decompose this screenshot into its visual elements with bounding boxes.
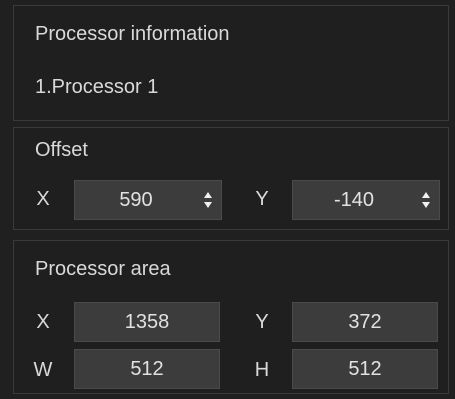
offset-x-value[interactable]: 590 <box>75 181 197 219</box>
area-y-label: Y <box>255 311 269 333</box>
offset-y-label: Y <box>255 188 269 210</box>
area-h-value[interactable]: 512 <box>348 358 381 381</box>
area-x-value[interactable]: 1358 <box>125 311 170 334</box>
offset-y-spinbox[interactable]: -140 <box>292 180 440 220</box>
area-w-label: W <box>33 359 53 381</box>
area-w-value[interactable]: 512 <box>130 358 163 381</box>
processor-name-value: 1.Processor 1 <box>35 76 159 98</box>
processor-settings-window: Processor information 1.Processor 1 Offs… <box>0 0 455 399</box>
processor-information-panel: Processor information 1.Processor 1 <box>13 5 449 121</box>
area-h-field[interactable]: 512 <box>292 349 438 389</box>
area-h-label: H <box>254 359 270 381</box>
offset-y-spin-buttons[interactable] <box>415 181 437 219</box>
area-x-label: X <box>36 311 50 333</box>
offset-panel: Offset X 590 Y -140 <box>13 127 449 230</box>
spin-down-icon[interactable] <box>204 202 212 208</box>
offset-title: Offset <box>35 139 88 161</box>
processor-area-panel: Processor area X 1358 Y 372 W 512 H 512 <box>13 240 449 394</box>
spin-up-icon[interactable] <box>204 192 212 198</box>
spin-up-icon[interactable] <box>422 192 430 198</box>
area-w-field[interactable]: 512 <box>74 349 220 389</box>
area-x-field[interactable]: 1358 <box>74 302 220 342</box>
area-y-field[interactable]: 372 <box>292 302 438 342</box>
offset-x-spinbox[interactable]: 590 <box>74 180 222 220</box>
processor-area-title: Processor area <box>35 258 171 280</box>
offset-x-spin-buttons[interactable] <box>197 181 219 219</box>
spin-down-icon[interactable] <box>422 202 430 208</box>
area-y-value[interactable]: 372 <box>348 311 381 334</box>
offset-y-value[interactable]: -140 <box>293 181 415 219</box>
processor-information-title: Processor information <box>35 23 230 45</box>
offset-x-label: X <box>36 188 50 210</box>
